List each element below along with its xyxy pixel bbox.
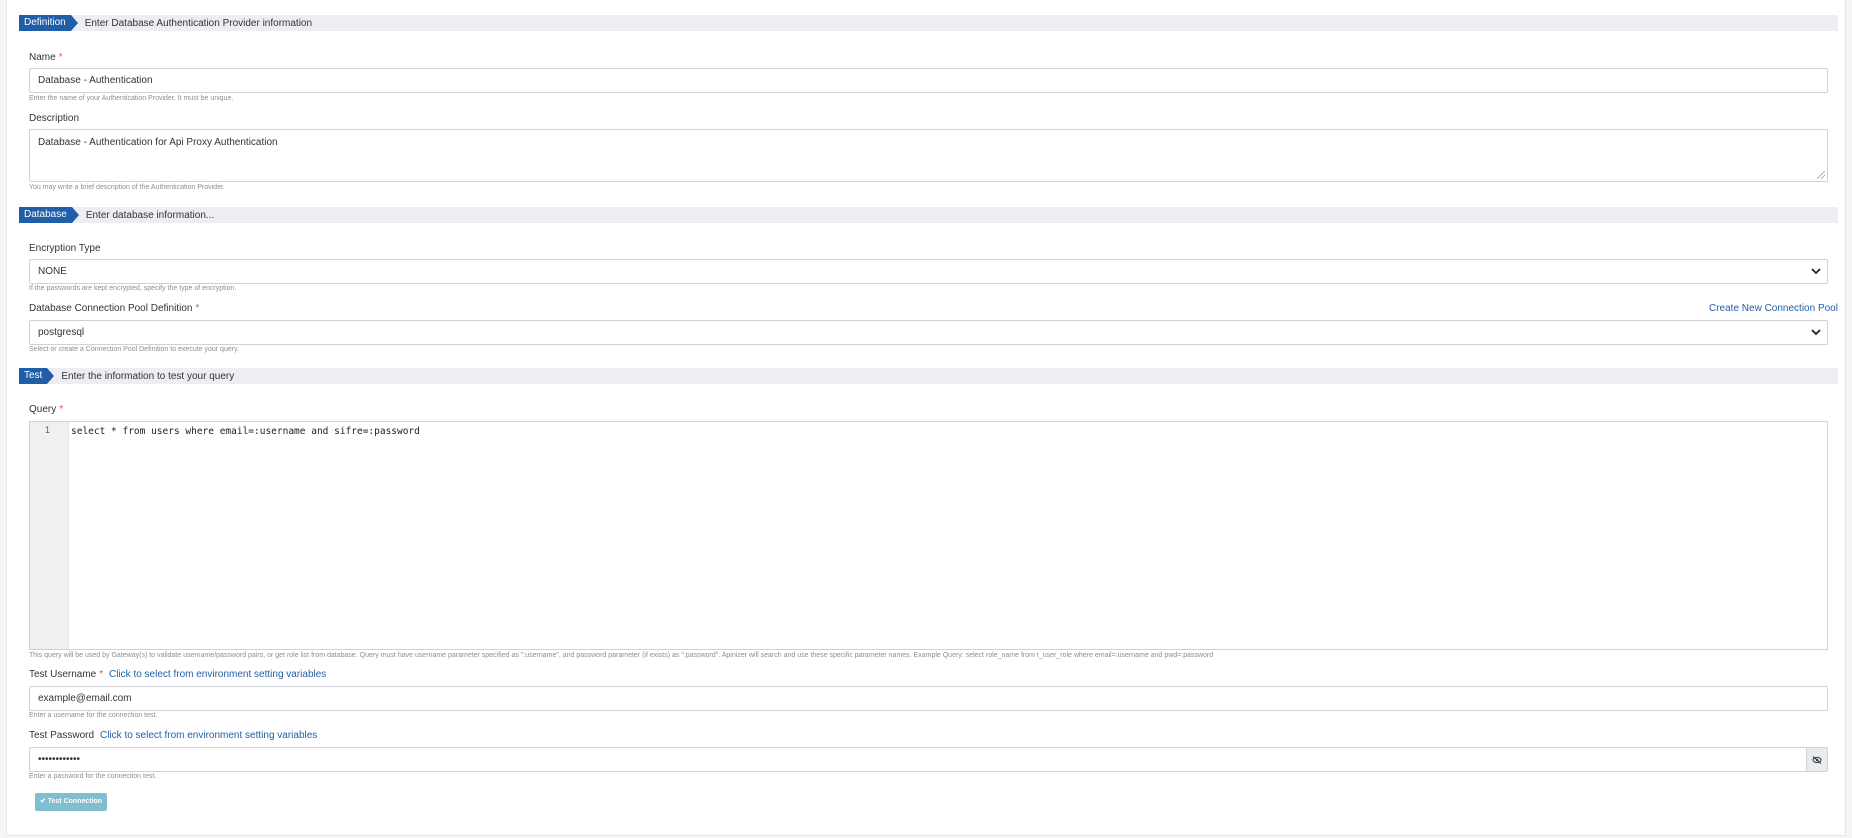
name-input-value: Database - Authentication bbox=[38, 75, 153, 86]
section-definition-text: Enter Database Authentication Provider i… bbox=[84, 17, 313, 29]
test-username-label: Test Username * bbox=[29, 669, 103, 680]
section-test: Test Enter the information to test your … bbox=[19, 368, 1838, 384]
query-label: Query * bbox=[29, 404, 63, 415]
test-password-label: Test Password bbox=[29, 730, 95, 741]
username-env-variables-link[interactable]: Click to select from environment setting… bbox=[109, 669, 326, 680]
encryption-hint: If the passwords are kept encrypted, spe… bbox=[29, 285, 237, 292]
line-number: 1 bbox=[44, 426, 50, 436]
pool-value: postgresql bbox=[38, 327, 85, 338]
query-code[interactable]: select * from users where email=:usernam… bbox=[71, 426, 420, 437]
pool-label-text: Database Connection Pool Definition bbox=[29, 303, 193, 314]
name-hint: Enter the name of your Authentication Pr… bbox=[29, 95, 234, 102]
encryption-value: NONE bbox=[38, 266, 67, 277]
required-marker: * bbox=[195, 303, 200, 314]
query-label-text: Query bbox=[29, 404, 57, 415]
chevron-down-icon bbox=[1811, 268, 1821, 275]
test-password-input[interactable]: •••••••••••• bbox=[29, 747, 1828, 772]
pool-select[interactable]: postgresql bbox=[29, 320, 1828, 345]
description-hint: You may write a brief description of the… bbox=[29, 184, 225, 191]
description-value: Database - Authentication for Api Proxy … bbox=[38, 137, 278, 148]
name-input[interactable]: Database - Authentication bbox=[29, 68, 1828, 93]
section-database: Database Enter database information... bbox=[19, 207, 1838, 223]
create-connection-pool-link[interactable]: Create New Connection Pool bbox=[1709, 303, 1838, 314]
toggle-password-button[interactable] bbox=[1806, 748, 1827, 771]
name-label: Name * bbox=[29, 52, 63, 63]
section-definition-tag: Definition bbox=[19, 15, 78, 31]
description-label: Description bbox=[29, 113, 80, 124]
test-connection-button[interactable]: ✔ Test Connection bbox=[35, 793, 107, 811]
section-test-tag: Test bbox=[19, 368, 55, 384]
editor-gutter: 1 bbox=[30, 422, 69, 649]
pool-label: Database Connection Pool Definition * bbox=[29, 303, 199, 314]
test-username-label-text: Test Username bbox=[29, 669, 97, 680]
query-hint: This query will be used by Gateway(s) to… bbox=[29, 652, 1214, 659]
password-env-variables-link[interactable]: Click to select from environment setting… bbox=[100, 730, 317, 741]
required-marker: * bbox=[58, 52, 63, 63]
encryption-select[interactable]: NONE bbox=[29, 259, 1828, 284]
required-marker: * bbox=[59, 404, 64, 415]
test-username-hint: Enter a username for the connection test… bbox=[29, 712, 158, 719]
section-database-tag: Database bbox=[19, 207, 79, 223]
description-textarea[interactable]: Database - Authentication for Api Proxy … bbox=[29, 129, 1828, 182]
section-database-text: Enter database information... bbox=[85, 209, 215, 221]
eye-slash-icon bbox=[1812, 755, 1822, 764]
chevron-down-icon bbox=[1811, 329, 1821, 336]
section-definition: Definition Enter Database Authentication… bbox=[19, 15, 1838, 31]
section-test-text: Enter the information to test your query bbox=[61, 370, 235, 382]
encryption-label: Encryption Type bbox=[29, 243, 101, 254]
query-editor[interactable]: 1 select * from users where email=:usern… bbox=[29, 421, 1828, 650]
resize-handle-icon[interactable] bbox=[1817, 171, 1825, 179]
test-username-input[interactable]: example@email.com bbox=[29, 686, 1828, 711]
test-username-value: example@email.com bbox=[38, 693, 132, 704]
name-label-text: Name bbox=[29, 52, 56, 63]
required-marker: * bbox=[99, 669, 104, 680]
test-password-hint: Enter a password for the connection test… bbox=[29, 773, 157, 780]
test-password-value: •••••••••••• bbox=[38, 754, 81, 765]
pool-hint: Select or create a Connection Pool Defin… bbox=[29, 346, 239, 353]
